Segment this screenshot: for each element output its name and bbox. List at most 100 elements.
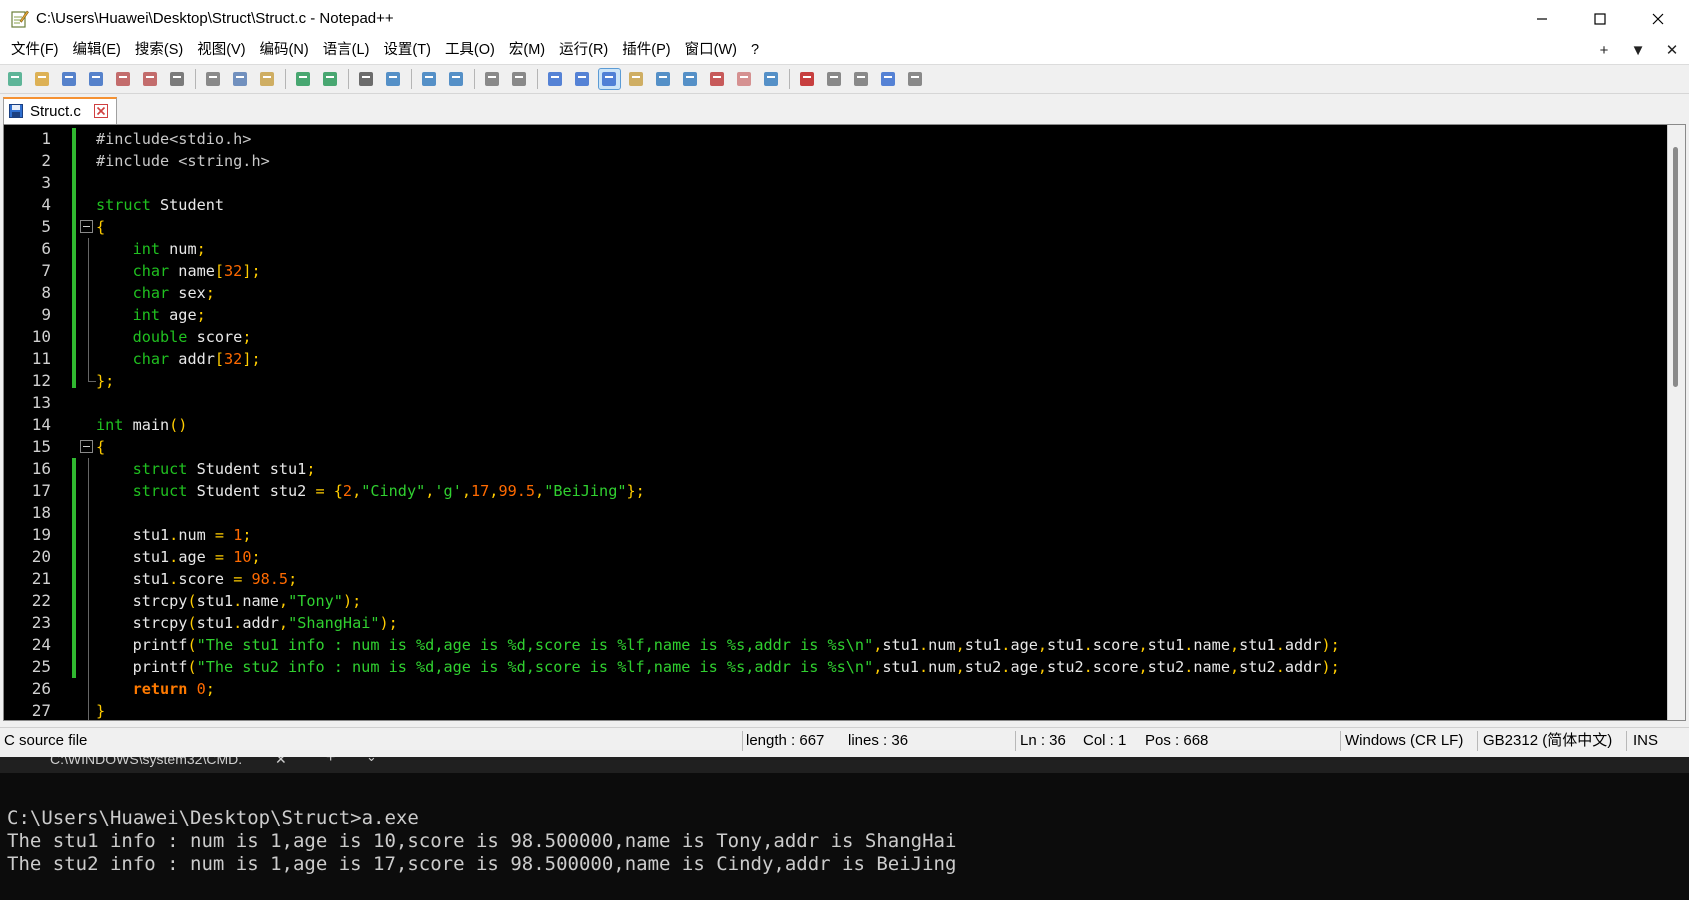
folder-as-workspace-icon[interactable] [734,69,755,89]
menu-item[interactable]: 语言(L) [316,37,377,64]
maximize-button[interactable] [1571,0,1629,37]
doc-map-icon[interactable] [653,69,674,89]
terminal-dropdown-icon[interactable]: ⌄ [366,757,377,765]
menu-item[interactable]: 设置(T) [376,37,438,64]
minimize-button[interactable] [1513,0,1571,37]
redo-icon[interactable] [320,69,341,89]
replace-icon[interactable] [383,69,404,89]
terminal-tab-title[interactable]: C:\WINDOWS\system32\CMD. [50,757,242,767]
code-token: { [96,438,106,456]
cut-icon[interactable] [203,69,224,89]
menu-item[interactable]: 运行(R) [552,37,615,64]
fold-collapse-icon[interactable] [80,220,93,233]
tab-close-icon[interactable] [94,104,108,118]
record-macro-icon[interactable] [797,69,818,89]
sync-horizontal-icon[interactable] [509,69,530,89]
line-number: 5 [41,217,51,236]
terminal-new-tab-button[interactable]: + [326,757,335,767]
word-wrap-icon[interactable] [545,69,566,89]
code-token: ; [196,240,206,258]
user-lang-icon[interactable] [626,69,647,89]
show-all-chars-icon[interactable] [572,69,593,89]
copy-icon[interactable] [230,69,251,89]
save-icon[interactable] [59,69,80,89]
print-icon[interactable] [167,69,188,89]
terminal-console[interactable]: C:\Users\Huawei\Desktop\Struct>a.exe The… [0,773,1689,900]
saved-file-icon [9,104,23,118]
indent-guide-icon[interactable] [598,68,621,90]
menu-item[interactable]: 视图(V) [190,37,252,64]
code-token: addr [1284,636,1322,654]
status-encoding: GB2312 (简体中文) [1483,732,1613,749]
menu-item[interactable]: ? [744,37,766,64]
doc-list-icon[interactable] [680,69,701,89]
fold-collapse-icon[interactable] [80,440,93,453]
code-token: double [132,328,188,346]
zoom-out-icon[interactable] [446,69,467,89]
tab-struct-c[interactable]: Struct.c [3,97,117,124]
code-token: 32 [224,262,243,280]
line-number: 10 [31,327,51,346]
code-token: ; [196,306,206,324]
menu-item[interactable]: 工具(O) [438,37,502,64]
menu-item[interactable]: 宏(M) [502,37,552,64]
menu-item[interactable]: 插件(P) [615,37,677,64]
code-editor[interactable]: 1 2 3 4 5 6 7 8 9 10 11 12 13 14 15 16 17 18 19 20 21 22 23 24 2… [3,124,1686,721]
code-token: . [1083,658,1093,676]
terminal-tab-close-icon[interactable]: ✕ [275,757,287,768]
code-line: printf("The stu2 info : num is %d,age is… [96,656,1340,678]
code-line: strcpy(stu1.addr,"ShangHai"); [96,612,398,634]
close-window-button[interactable] [1629,0,1687,37]
code-token: , [1138,636,1148,654]
menu-item[interactable]: 文件(F) [4,37,66,64]
code-token: ; [288,570,298,588]
code-token: ]; [242,262,261,280]
menu-item[interactable]: 编码(N) [253,37,316,64]
menu-item[interactable]: 编辑(E) [66,37,128,64]
code-token: age [160,306,197,324]
code-token: "The stu2 info : num is %d,age is %d,sco… [196,658,874,676]
line-number: 15 [31,437,51,456]
line-number: 20 [31,547,51,566]
scrollbar-thumb[interactable] [1673,147,1678,387]
code-token: Student stu2 [187,482,316,500]
new-file-icon[interactable] [5,69,26,89]
close-document-button[interactable]: ✕ [1655,37,1689,64]
tab-list-dropdown-button[interactable]: ▼ [1621,37,1655,64]
save-macro-icon[interactable] [905,69,926,89]
code-token: () [169,416,188,434]
menu-item[interactable]: 窗口(W) [678,37,744,64]
zoom-in-icon[interactable] [419,69,440,89]
menu-item[interactable]: 搜索(S) [128,37,190,64]
toolbar-separator [474,69,475,89]
sync-vertical-icon[interactable] [482,69,503,89]
code-token: stu1 [882,636,919,654]
monitoring-icon[interactable] [761,69,782,89]
play-macro-icon[interactable] [851,69,872,89]
new-tab-plus-button[interactable]: + [1587,37,1621,64]
run-macro-multiple-icon[interactable] [878,69,899,89]
find-icon[interactable] [356,69,377,89]
paste-icon[interactable] [257,69,278,89]
code-token: . [169,548,179,566]
line-number: 24 [31,635,51,654]
close-all-icon[interactable] [140,69,161,89]
function-list-icon[interactable] [707,69,728,89]
save-all-icon[interactable] [86,69,107,89]
main-menu: 文件(F) 编辑(E) 搜索(S) 视图(V) 编码(N) 语言(L) 设置(T) 工具(O)… [4,37,766,64]
code-token: . [169,570,179,588]
code-token: = [233,570,243,588]
line-number: 25 [31,657,51,676]
stop-record-icon[interactable] [824,69,845,89]
status-bar: C source file length : 667 lines : 36 Ln… [0,727,1689,754]
vertical-scrollbar[interactable] [1667,125,1685,720]
open-file-icon[interactable] [32,69,53,89]
code-token: age [1010,658,1038,676]
undo-icon[interactable] [293,69,314,89]
close-icon[interactable] [113,69,134,89]
